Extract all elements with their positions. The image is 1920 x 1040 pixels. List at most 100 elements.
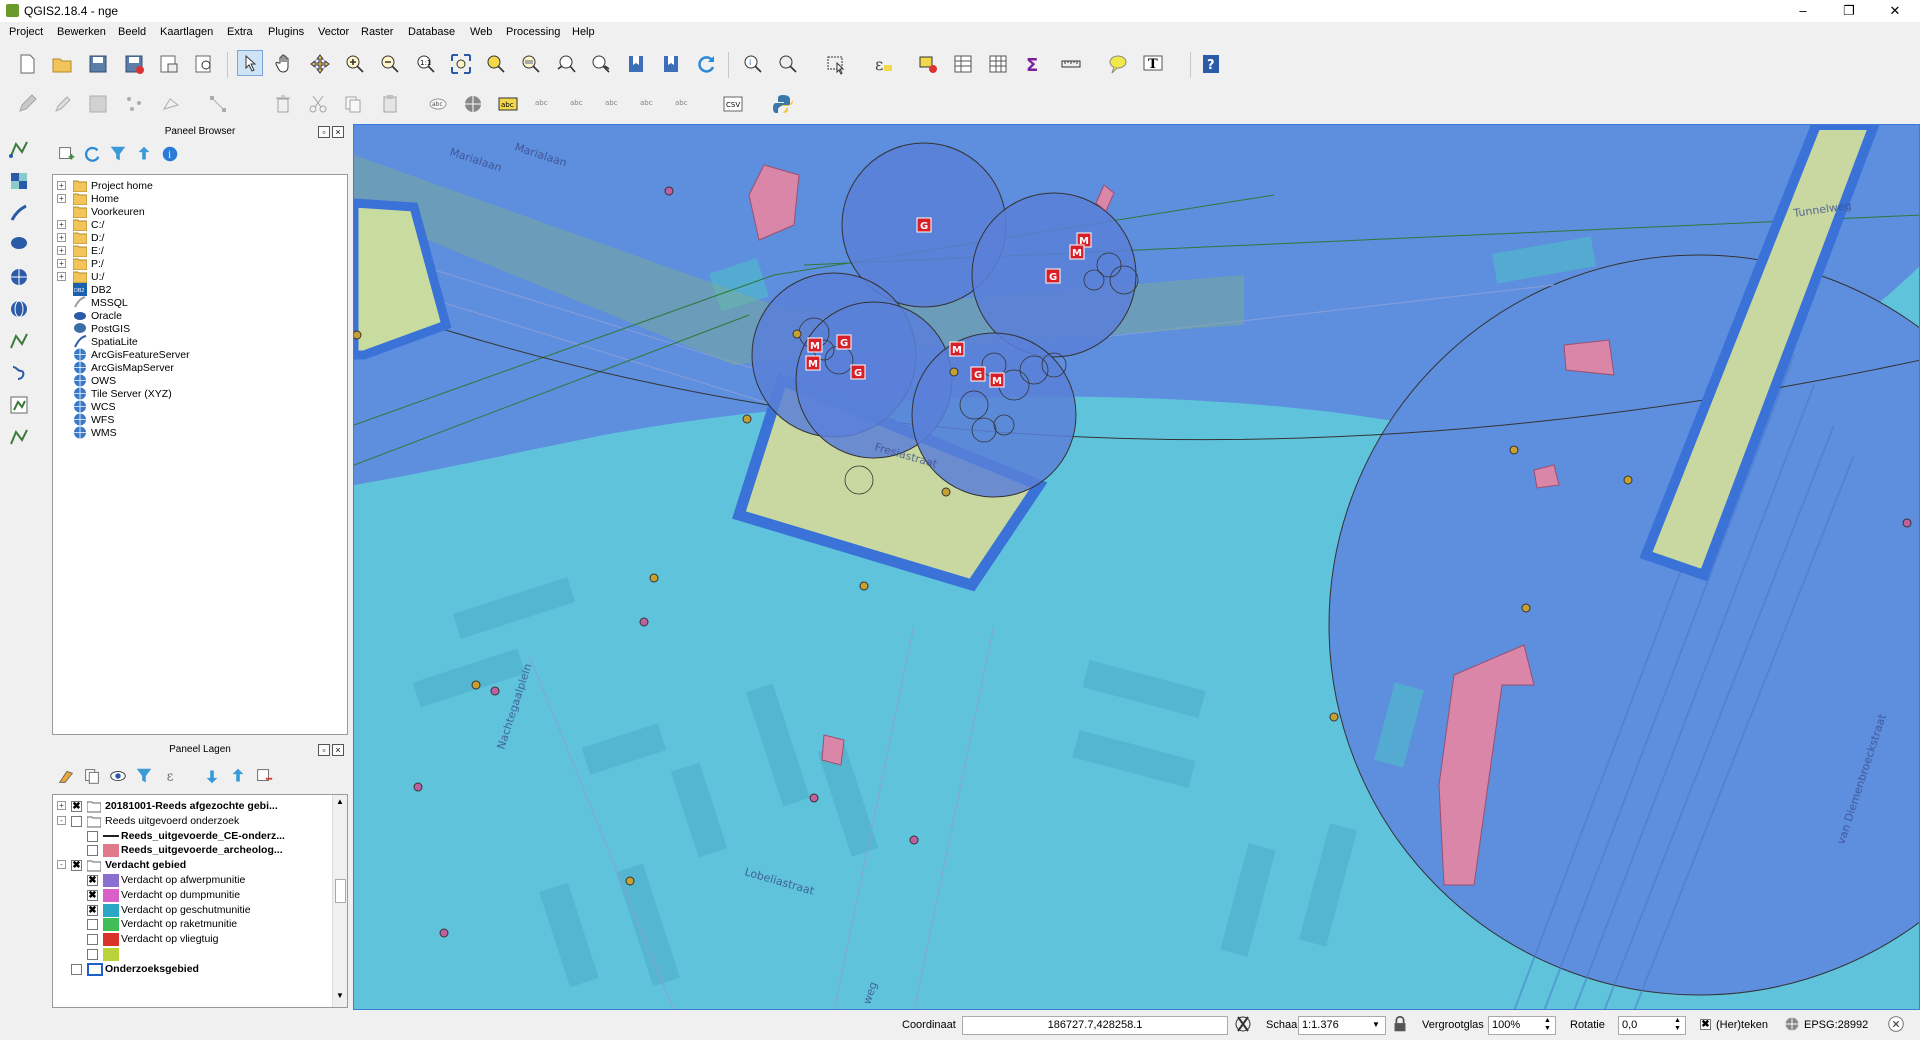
add-wcs-layer-icon[interactable] [6,296,32,322]
select-features-icon[interactable] [823,51,849,77]
select-pan-icon[interactable] [237,50,263,76]
expand-all-icon[interactable] [202,766,222,786]
expand-icon[interactable]: + [57,259,66,268]
layer-row[interactable]: Reeds_uitgevoerde_CE-onderz... [53,829,331,845]
change-label-icon[interactable]: abc [670,91,696,117]
paste-features-icon[interactable] [377,91,403,117]
layer-row[interactable] [53,947,331,963]
move-feature-icon[interactable] [158,91,184,117]
run-action-icon[interactable] [775,51,801,77]
expand-icon[interactable]: + [57,233,66,242]
close-panel-button[interactable]: × [332,126,344,138]
save-as-icon[interactable] [121,51,147,77]
layer-visibility-checkbox[interactable] [87,934,98,946]
zoom-next-icon[interactable] [588,51,614,77]
add-feature-icon[interactable] [121,91,147,117]
close-button[interactable]: ✕ [1872,0,1918,22]
toggle-editing-icon[interactable] [49,91,75,117]
add-raster-layer-icon[interactable] [6,168,32,194]
open-project-icon[interactable] [49,51,75,77]
expand-icon[interactable]: + [57,801,66,810]
delete-selected-icon[interactable] [270,91,296,117]
add-group-icon[interactable] [82,766,102,786]
menu-beeld[interactable]: Beeld [118,26,146,38]
node-tool-icon[interactable] [205,91,231,117]
measure-line-icon[interactable] [1058,51,1084,77]
composer-manager-icon[interactable] [190,51,216,77]
rotate-label-icon[interactable]: abc [635,91,661,117]
deselect-all-icon[interactable] [915,51,941,77]
zoom-full-icon[interactable] [448,51,474,77]
crs-label[interactable]: EPSG:28992 [1804,1019,1868,1031]
add-vector-layer-icon[interactable] [6,136,32,162]
add-spatialite-layer-icon[interactable] [6,200,32,226]
coordinate-toggle-icon[interactable] [1232,1013,1254,1035]
layer-labeling-icon[interactable]: abc [425,91,451,117]
python-console-icon[interactable] [770,91,796,117]
scroll-down-arrow-icon[interactable]: ▼ [335,991,345,1003]
zoom-in-icon[interactable] [342,51,368,77]
edits-icon[interactable] [14,91,40,117]
show-hide-labels-icon[interactable]: abc [565,91,591,117]
new-bookmark-icon[interactable] [623,51,649,77]
manage-visibility-icon[interactable] [108,766,128,786]
layer-row[interactable]: Reeds_uitgevoerde_archeolog... [53,843,331,859]
minimize-button[interactable]: – [1780,0,1826,22]
float-panel-button[interactable]: ▫ [318,126,330,138]
select-by-expression-icon[interactable]: ε [870,51,896,77]
zoom-out-icon[interactable] [377,51,403,77]
menu-help[interactable]: Help [572,26,595,38]
add-delimited-text-icon[interactable] [6,360,32,386]
crs-globe-icon[interactable] [1782,1014,1802,1034]
menu-plugins[interactable]: Plugins [268,26,304,38]
remove-layer-icon[interactable] [254,766,274,786]
coordinate-field[interactable]: 186727.7,428258.1 [962,1016,1228,1035]
menu-project[interactable]: Project [9,26,43,38]
text-annotation-icon[interactable]: T [1140,51,1166,77]
lock-scale-icon[interactable] [1390,1014,1410,1034]
show-bookmarks-icon[interactable] [658,51,684,77]
add-wms-layer-icon[interactable] [6,264,32,290]
layer-row[interactable]: Verdacht op raketmunitie [53,917,331,933]
refresh-browser-icon[interactable] [82,144,102,164]
layer-visibility-checkbox[interactable]: ✖ [71,801,82,812]
save-edits-icon[interactable] [85,91,111,117]
zoom-layer-icon[interactable] [518,51,544,77]
statistics-sigma-icon[interactable]: Σ [1020,51,1046,77]
layer-styling-icon[interactable] [56,766,76,786]
pin-unpin-labels-icon[interactable]: abc [530,91,556,117]
help-icon[interactable]: ? [1198,51,1224,77]
layer-visibility-checkbox[interactable]: ✖ [87,875,98,886]
layer-row[interactable]: Verdacht op vliegtuig [53,932,331,948]
new-print-composer-icon[interactable] [155,51,181,77]
add-selected-layers-icon[interactable] [56,144,76,164]
layer-visibility-checkbox[interactable]: ✖ [71,860,82,872]
layer-visibility-checkbox[interactable] [87,949,98,960]
refresh-icon[interactable] [693,51,719,77]
pan-to-selection-icon[interactable] [307,51,333,77]
filter-by-expression-icon[interactable]: ε [164,766,184,786]
layer-visibility-checkbox[interactable]: ✖ [87,889,98,901]
scrollbar-thumb[interactable] [335,879,346,903]
zoom-last-icon[interactable] [553,51,579,77]
menu-vector[interactable]: Vector [318,26,349,38]
collapse-all-layers-icon[interactable] [228,766,248,786]
copy-features-icon[interactable] [340,91,366,117]
zoom-native-icon[interactable]: 1:1 [413,51,439,77]
layer-visibility-checkbox[interactable] [87,919,98,931]
layer-row[interactable]: - ✖ Verdacht gebied [53,858,331,874]
expand-icon[interactable]: - [57,815,66,825]
map-tips-icon[interactable] [1105,51,1131,77]
maximize-button[interactable]: ❐ [1826,0,1872,22]
layers-scrollbar[interactable]: ▲ ▼ [332,795,347,1007]
magnifier-spinner-icon[interactable]: ▲ ▼ [1544,1017,1551,1033]
layer-row[interactable]: ✖ Verdacht op geschutmunitie [53,903,331,919]
zoom-selection-icon[interactable] [483,51,509,77]
expand-icon[interactable]: + [57,194,66,203]
map-canvas[interactable]: G G M M M G M G M G M Marialaan Marialaa… [353,124,1920,1010]
float-layers-panel-button[interactable]: ▫ [318,744,330,756]
layer-row[interactable]: ✖ Verdacht op afwerpmunitie [53,873,331,889]
collapse-all-icon[interactable] [134,144,154,164]
cut-features-icon[interactable] [305,91,331,117]
expand-icon[interactable]: + [57,246,66,255]
